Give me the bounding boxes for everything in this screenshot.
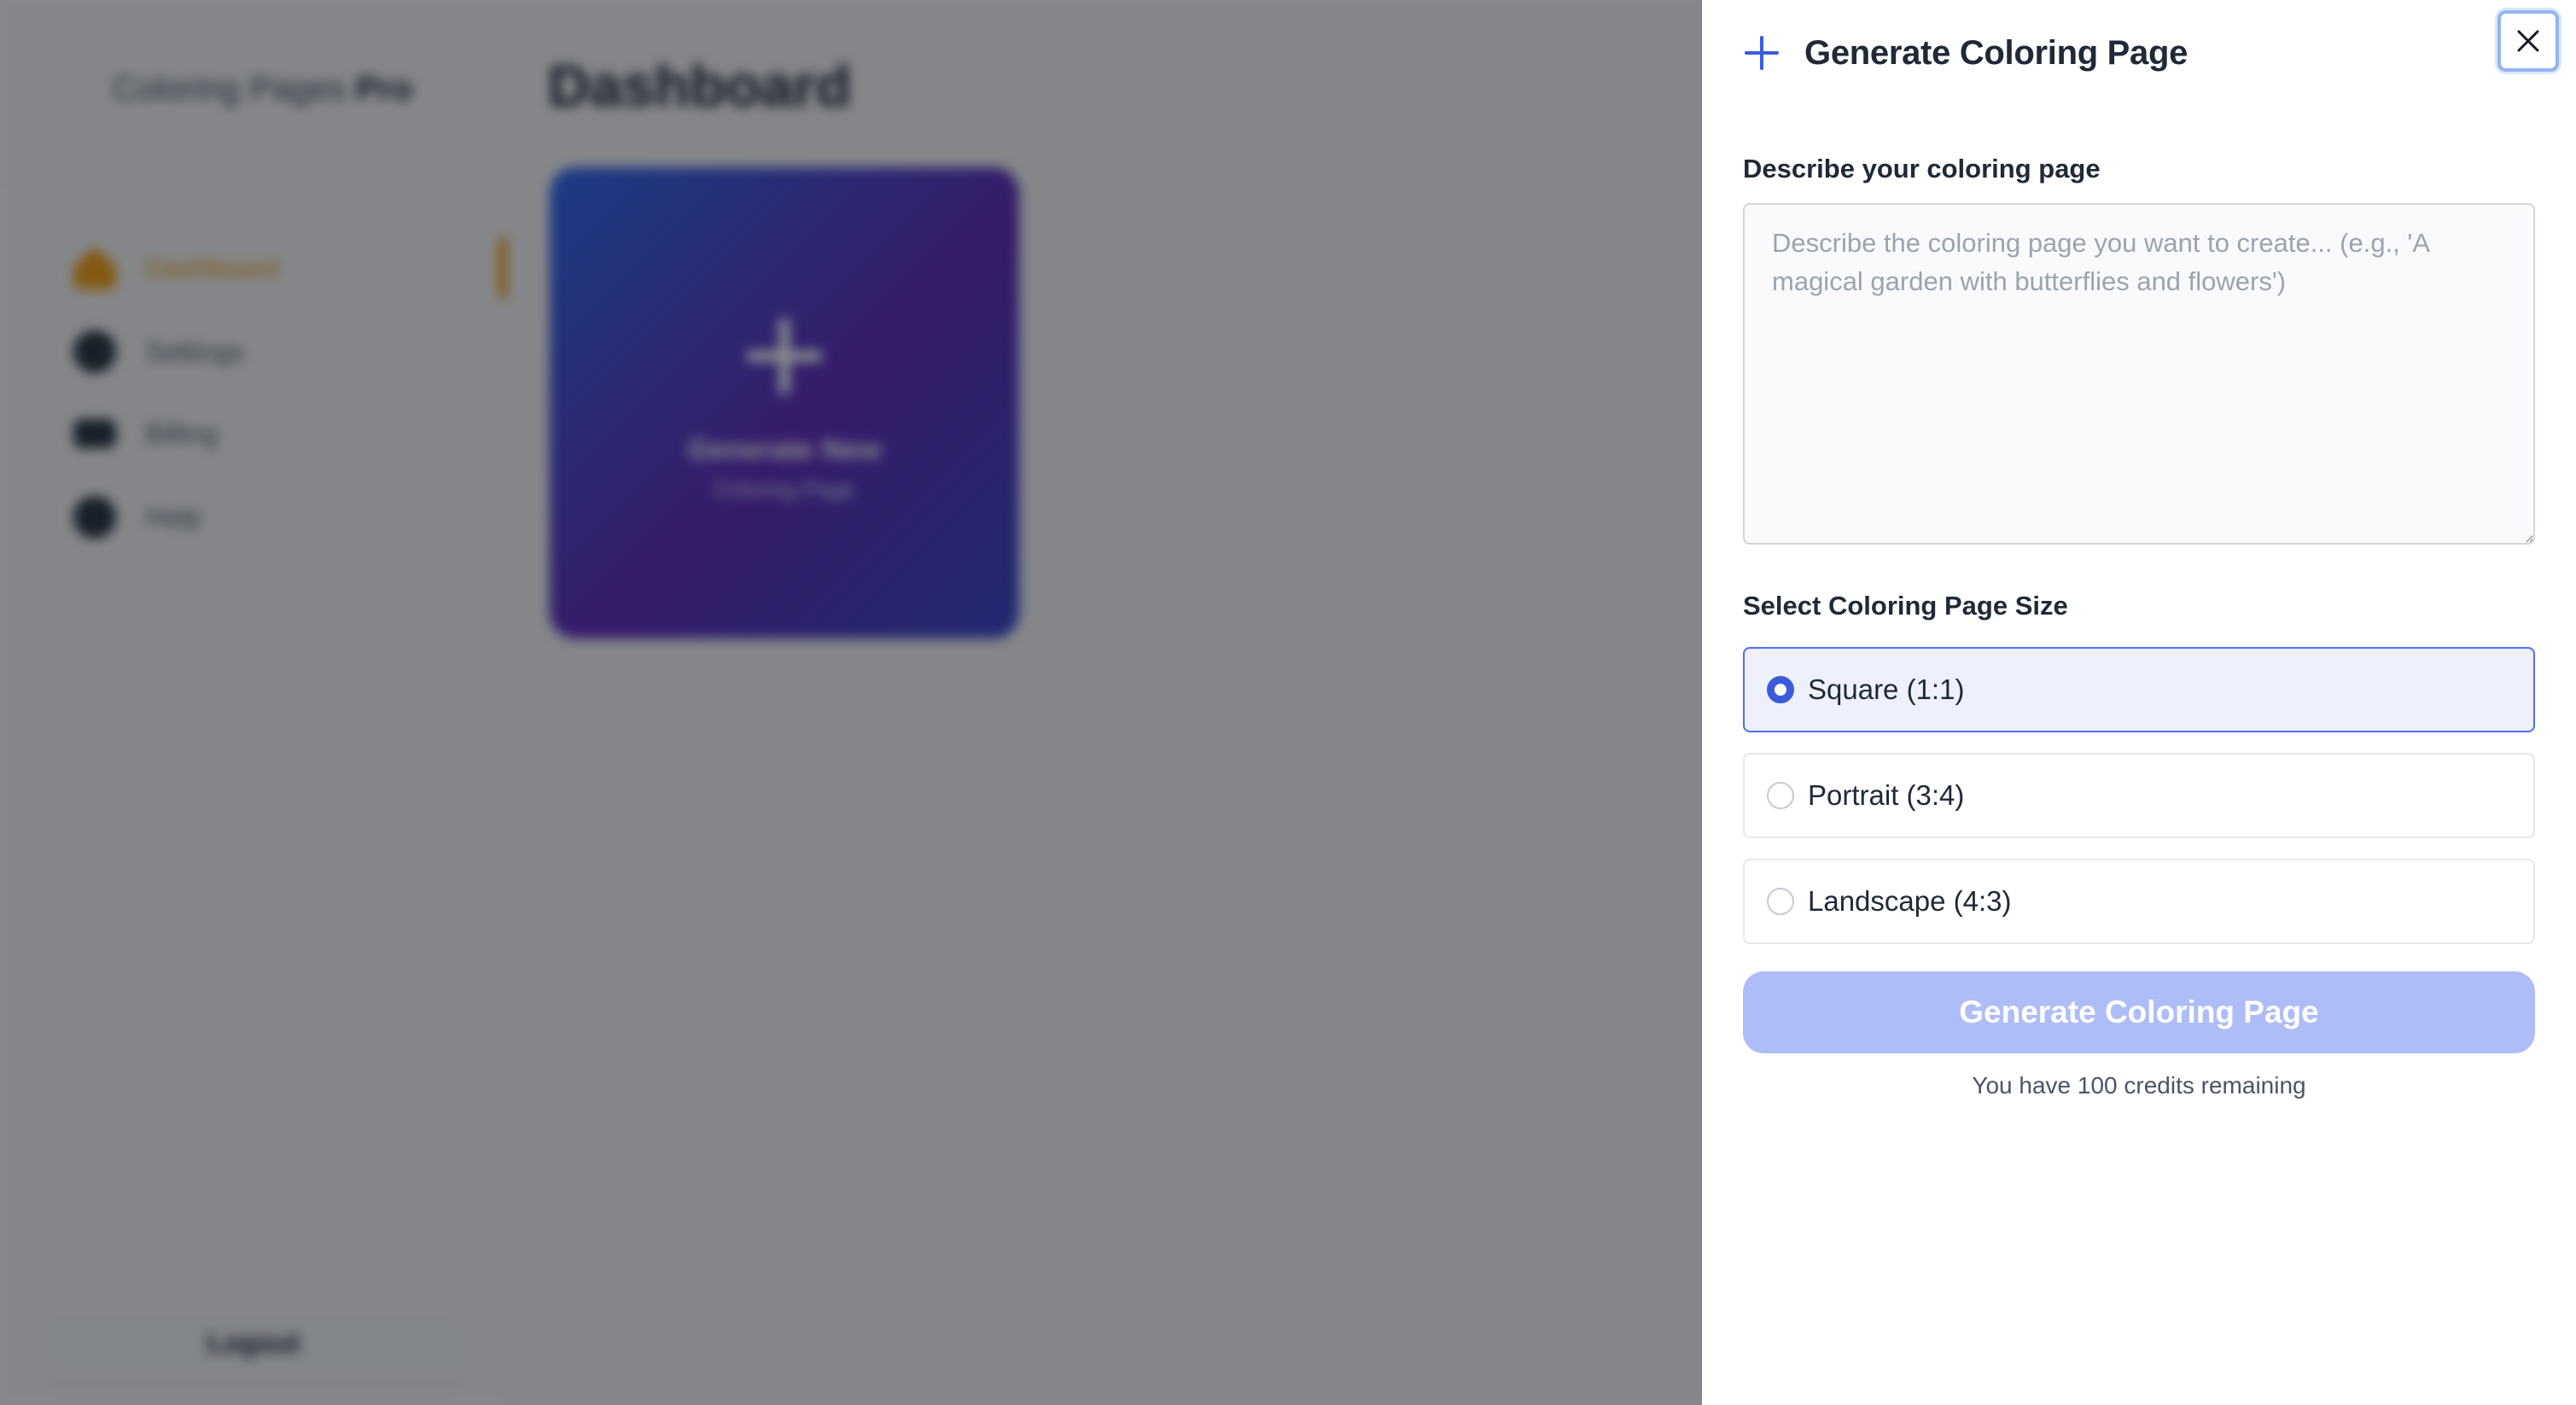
generate-button[interactable]: Generate Coloring Page (1743, 971, 2535, 1053)
radio-portrait[interactable] (1767, 782, 1794, 809)
description-label: Describe your coloring page (1743, 154, 2101, 184)
size-option-square[interactable]: Square (1:1) (1743, 647, 2535, 732)
size-option-label: Square (1:1) (1808, 673, 1965, 705)
size-option-label: Landscape (4:3) (1808, 885, 2012, 917)
plus-icon (1743, 34, 1780, 72)
description-input[interactable] (1743, 203, 2535, 545)
credits-remaining: You have 100 credits remaining (1972, 1072, 2306, 1099)
close-icon (2517, 30, 2539, 52)
size-option-label: Portrait (3:4) (1808, 779, 1965, 811)
radio-square[interactable] (1767, 676, 1794, 703)
size-option-portrait[interactable]: Portrait (3:4) (1743, 753, 2535, 838)
radio-landscape[interactable] (1767, 888, 1794, 915)
drawer-header: Generate Coloring Page (1743, 29, 2188, 77)
close-button[interactable] (2497, 10, 2559, 72)
modal-backdrop[interactable] (0, 0, 1702, 1405)
size-label: Select Coloring Page Size (1743, 591, 2068, 621)
size-option-landscape[interactable]: Landscape (4:3) (1743, 859, 2535, 944)
drawer-title: Generate Coloring Page (1804, 33, 2188, 72)
